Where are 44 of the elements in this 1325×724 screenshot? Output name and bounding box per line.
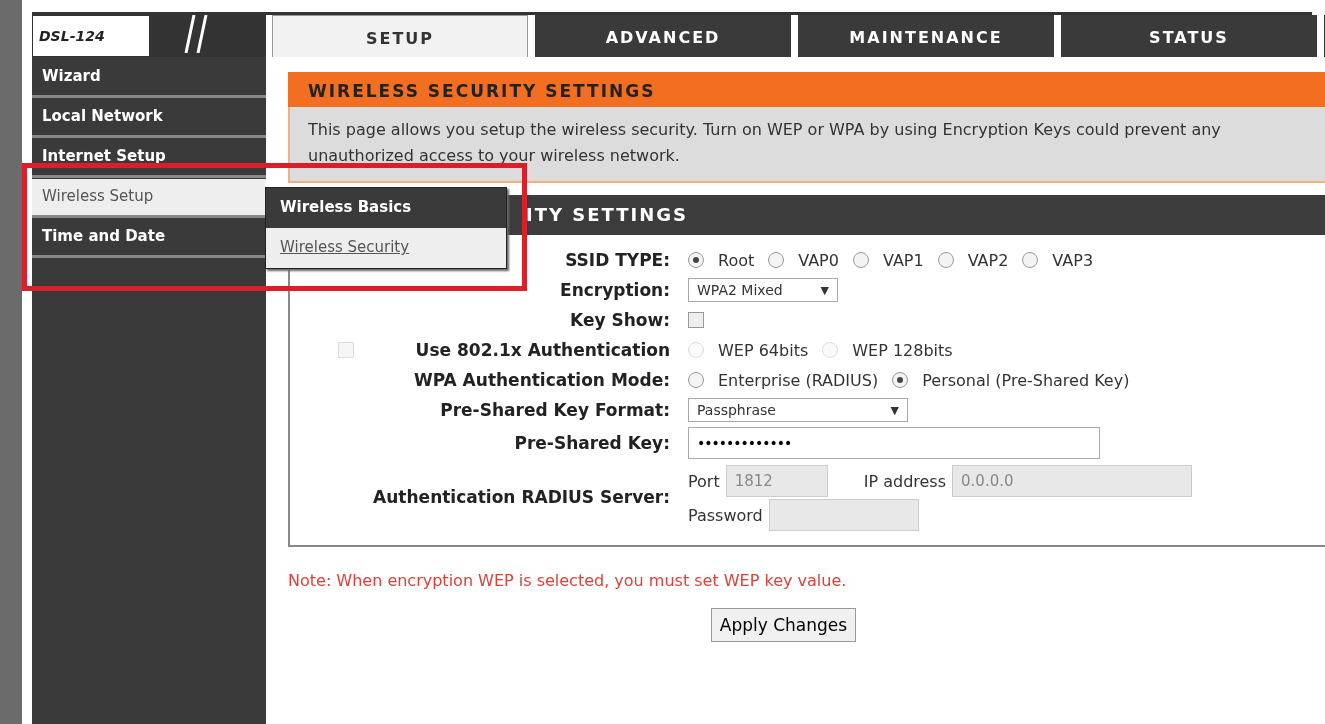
dropdown[interactable]: Passphrase ▼ xyxy=(688,398,908,422)
page-title: WIRELESS SECURITY SETTINGS xyxy=(288,72,1325,107)
radio-button[interactable] xyxy=(852,252,869,268)
radio-button[interactable] xyxy=(688,252,704,268)
sidebar-item[interactable]: Wireless Setup xyxy=(32,179,266,218)
radio-button[interactable] xyxy=(768,252,785,268)
radio-label: WEP 64bits xyxy=(718,340,809,360)
field-label: SSID TYPE: xyxy=(565,250,670,270)
radio-label: Root xyxy=(718,250,755,270)
tab[interactable]: ADVANCED xyxy=(535,15,791,57)
radio-button[interactable] xyxy=(937,252,954,268)
radio-button[interactable] xyxy=(1022,252,1039,268)
submenu-item[interactable]: Wireless Security xyxy=(266,228,506,268)
radio-label: VAP0 xyxy=(798,250,839,270)
page-description: This page allows you setup the wireless security. Turn on WEP or WPA by using Encryption Keys could prevent any unauthorized access to your wireless network. xyxy=(288,107,1325,183)
tab[interactable]: MAINTENANCE xyxy=(798,15,1054,57)
field-label: Pre-Shared Key: xyxy=(514,433,670,453)
radio-label: VAP1 xyxy=(882,250,924,270)
tab[interactable]: STATUS xyxy=(1061,15,1317,57)
dropdown[interactable]: WPA2 Mixed ▼ xyxy=(688,278,838,302)
checkbox[interactable] xyxy=(688,312,704,328)
password-field[interactable]: ••••••••••••• xyxy=(688,427,1100,459)
radio-label: VAP3 xyxy=(1052,250,1094,270)
password-field[interactable] xyxy=(768,499,919,531)
radio-label: VAP2 xyxy=(967,250,1009,270)
radio-label: Enterprise (RADIUS) xyxy=(718,370,879,390)
field-label: Encryption: xyxy=(560,280,670,300)
apply-button[interactable]: Apply Changes xyxy=(710,608,857,642)
radio-label: WEP 128bits xyxy=(852,340,953,360)
password-label: Password xyxy=(688,505,763,525)
radio-button[interactable] xyxy=(688,372,704,388)
field-label: Pre-Shared Key Format: xyxy=(440,400,670,420)
ip-label: IP address xyxy=(863,471,947,491)
field-label: Use 802.1x Authentication xyxy=(415,340,670,360)
field-label: Authentication RADIUS Server: xyxy=(373,487,670,507)
note-text: Note: When encryption WEP is selected, you must set WEP key value. xyxy=(288,571,848,590)
submenu-item[interactable]: Wireless Basics xyxy=(266,188,506,228)
model-name: DSL-124 xyxy=(32,15,150,57)
field-label: WPA Authentication Mode: xyxy=(413,370,670,390)
field-label: Key Show: xyxy=(570,310,670,330)
radio-label: Personal (Pre-Shared Key) xyxy=(922,370,1130,390)
radio-button[interactable] xyxy=(892,372,909,388)
tab[interactable]: SETUP xyxy=(272,15,528,57)
port-label: Port xyxy=(688,471,720,491)
